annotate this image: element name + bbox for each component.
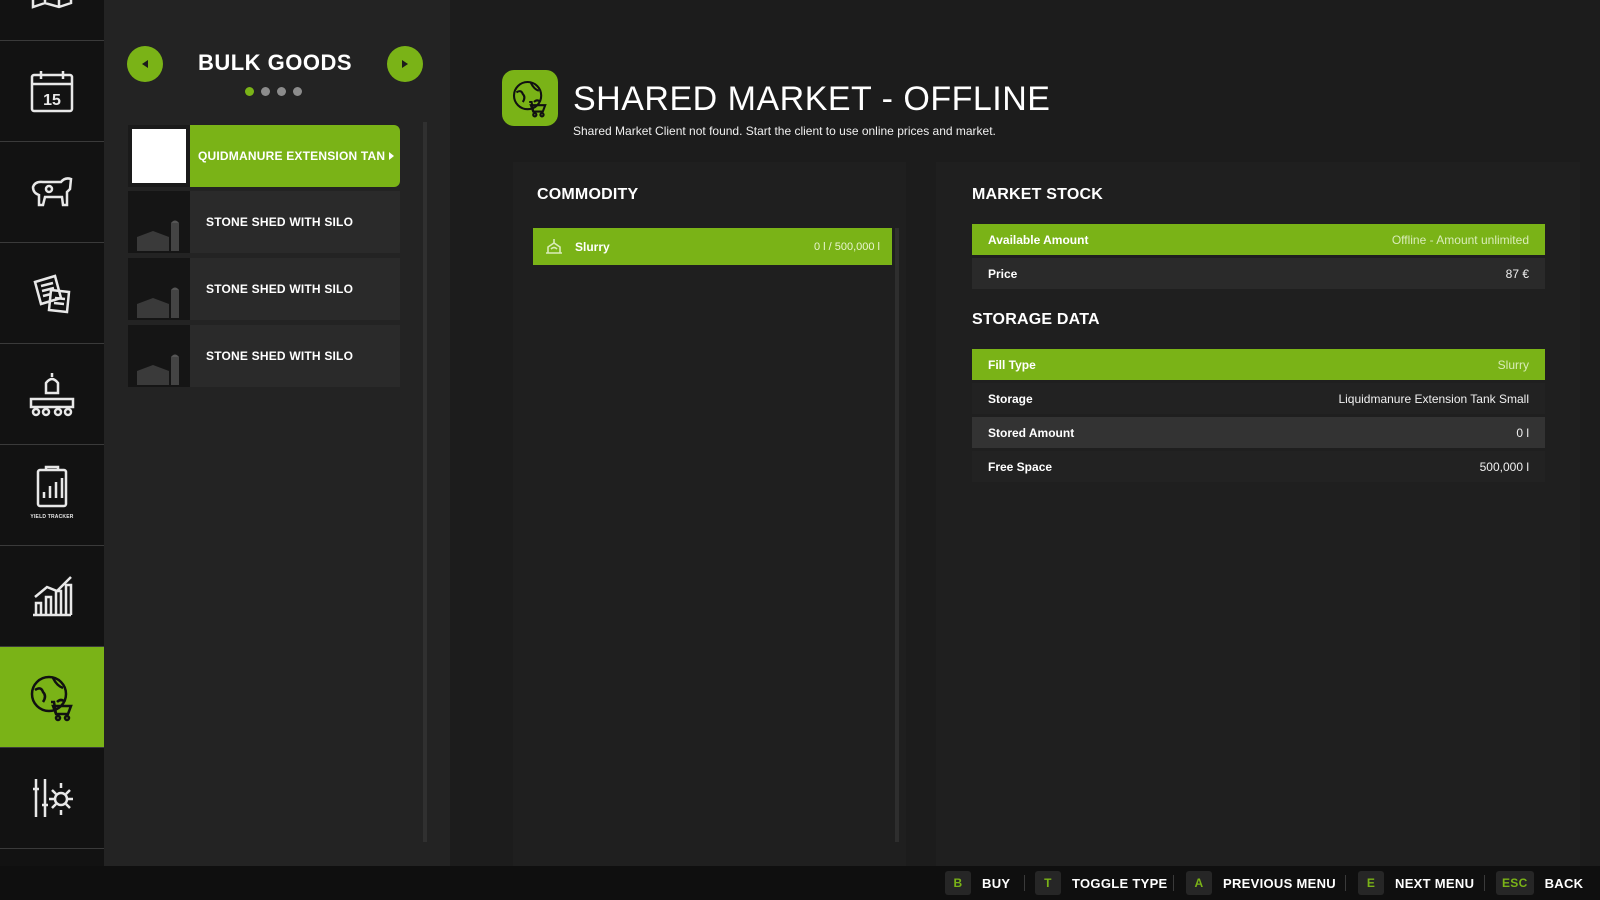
stored-amount-label: Stored Amount: [988, 425, 1075, 440]
arrow-right-icon: [402, 60, 408, 68]
item-thumbnail: [128, 325, 190, 387]
statistics-icon: [33, 576, 73, 617]
nav-item-yield-tracker[interactable]: YIELD TRACKER: [0, 445, 104, 546]
list-item-label: QUIDMANURE EXTENSION TAN: [198, 149, 386, 163]
storage-label: Storage: [988, 391, 1033, 406]
keycap: B: [945, 871, 971, 895]
arrow-left-icon: [142, 60, 148, 68]
next-menu-button[interactable]: E NEXT MENU: [1358, 871, 1474, 895]
slurry-icon: [543, 236, 565, 258]
list-item[interactable]: STONE SHED WITH SILO: [128, 325, 400, 387]
price-value: 87 €: [1505, 266, 1529, 281]
shed-silo-icon: [137, 220, 179, 251]
shed-silo-icon: [137, 287, 179, 318]
list-item[interactable]: QUIDMANURE EXTENSION TAN: [128, 125, 400, 187]
hint-label: PREVIOUS MENU: [1223, 875, 1336, 891]
nav-item-map[interactable]: [0, 0, 104, 41]
item-thumbnail: [128, 191, 190, 253]
free-space-row: Free Space 500,000 l: [972, 451, 1545, 482]
list-item-label: STONE SHED WITH SILO: [190, 325, 400, 387]
production-icon: [29, 373, 75, 417]
available-amount-label: Available Amount: [988, 232, 1089, 247]
keycap: E: [1358, 871, 1384, 895]
divider: [1024, 875, 1025, 891]
free-space-label: Free Space: [988, 459, 1053, 474]
commodity-heading: COMMODITY: [537, 186, 639, 203]
nav-item-contracts[interactable]: [0, 243, 104, 344]
fill-type-row: Fill Type Slurry: [972, 349, 1545, 380]
page-indicator: [245, 87, 302, 96]
calendar-icon: 15: [30, 71, 74, 113]
keycap: A: [1186, 871, 1212, 895]
buy-button[interactable]: B BUY: [945, 871, 1010, 895]
list-item-label: STONE SHED WITH SILO: [190, 191, 400, 253]
hint-label: TOGGLE TYPE: [1072, 875, 1168, 891]
shared-market-header-icon: [502, 70, 558, 126]
available-amount-row: Available Amount Offline - Amount unlimi…: [972, 224, 1545, 255]
cow-icon: [31, 177, 73, 207]
map-icon: [31, 0, 73, 9]
free-space-value: 500,000 l: [1479, 459, 1529, 474]
nav-item-animals[interactable]: [0, 142, 104, 243]
hint-label: BUY: [982, 875, 1011, 891]
page-dot[interactable]: [277, 87, 286, 96]
storage-value: Liquidmanure Extension Tank Small: [1338, 391, 1529, 406]
page-dot[interactable]: [293, 87, 302, 96]
yield-tracker-label: YIELD TRACKER: [30, 514, 74, 520]
available-amount-value: Offline - Amount unlimited: [1391, 232, 1529, 247]
main-nav-rail: 15 YIELD TRACKER: [0, 0, 112, 866]
nav-item-calendar[interactable]: 15: [0, 41, 104, 142]
category-title: BULK GOODS: [197, 50, 353, 75]
fill-type-label: Fill Type: [988, 357, 1036, 372]
stored-amount-value: 0 l: [1516, 425, 1529, 440]
list-item-label: STONE SHED WITH SILO: [190, 258, 400, 320]
commodity-amount: 0 l / 500,000 l: [813, 240, 880, 253]
yield-tracker-icon: [36, 465, 68, 508]
nav-item-settings[interactable]: [0, 748, 104, 849]
page-dot[interactable]: [261, 87, 270, 96]
list-item[interactable]: STONE SHED WITH SILO: [128, 191, 400, 253]
price-label: Price: [988, 266, 1018, 281]
divider: [1173, 875, 1174, 891]
keycap: T: [1035, 871, 1061, 895]
commodity-panel: [513, 162, 906, 866]
stored-amount-row: Stored Amount 0 l: [972, 417, 1545, 448]
globe-cart-icon: [512, 80, 547, 118]
commodity-scrollbar[interactable]: [895, 228, 899, 842]
page-dot[interactable]: [245, 87, 254, 96]
keycap: ESC: [1496, 871, 1534, 895]
input-hint-bar: B BUY T TOGGLE TYPE A PREVIOUS MENU E NE…: [0, 866, 1600, 900]
fill-type-value: Slurry: [1497, 357, 1529, 372]
caret-right-icon: [389, 152, 394, 160]
toggle-type-button[interactable]: T TOGGLE TYPE: [1035, 871, 1168, 895]
nav-item-statistics[interactable]: [0, 546, 104, 647]
hint-label: NEXT MENU: [1395, 875, 1475, 891]
item-thumbnail: [128, 258, 190, 320]
commodity-row[interactable]: Slurry 0 l / 500,000 l: [533, 228, 892, 265]
previous-menu-button[interactable]: A PREVIOUS MENU: [1186, 871, 1336, 895]
globe-cart-icon: [30, 675, 73, 722]
storage-data-heading: STORAGE DATA: [972, 311, 1100, 328]
divider: [1484, 875, 1485, 891]
market-stock-heading: MARKET STOCK: [972, 186, 1103, 203]
calendar-day: 15: [43, 92, 61, 109]
list-item[interactable]: STONE SHED WITH SILO: [128, 258, 400, 320]
item-thumbnail: [128, 125, 190, 187]
page-subtitle: Shared Market Client not found. Start th…: [573, 124, 996, 138]
nav-item-production[interactable]: [0, 344, 104, 445]
back-button[interactable]: ESC BACK: [1496, 871, 1583, 895]
hint-label: BACK: [1544, 875, 1584, 891]
contracts-icon: [33, 274, 71, 314]
page-title: SHARED MARKET - OFFLINE: [573, 80, 1051, 118]
storage-row: Storage Liquidmanure Extension Tank Smal…: [972, 383, 1545, 414]
price-row: Price 87 €: [972, 258, 1545, 289]
next-category-button[interactable]: [387, 46, 423, 82]
divider: [1345, 875, 1346, 891]
commodity-name: Slurry: [575, 239, 610, 254]
shed-silo-icon: [137, 354, 179, 385]
list-scrollbar[interactable]: [423, 122, 427, 842]
nav-item-shared-market[interactable]: [0, 647, 112, 748]
settings-icon: [33, 779, 73, 817]
previous-category-button[interactable]: [127, 46, 163, 82]
